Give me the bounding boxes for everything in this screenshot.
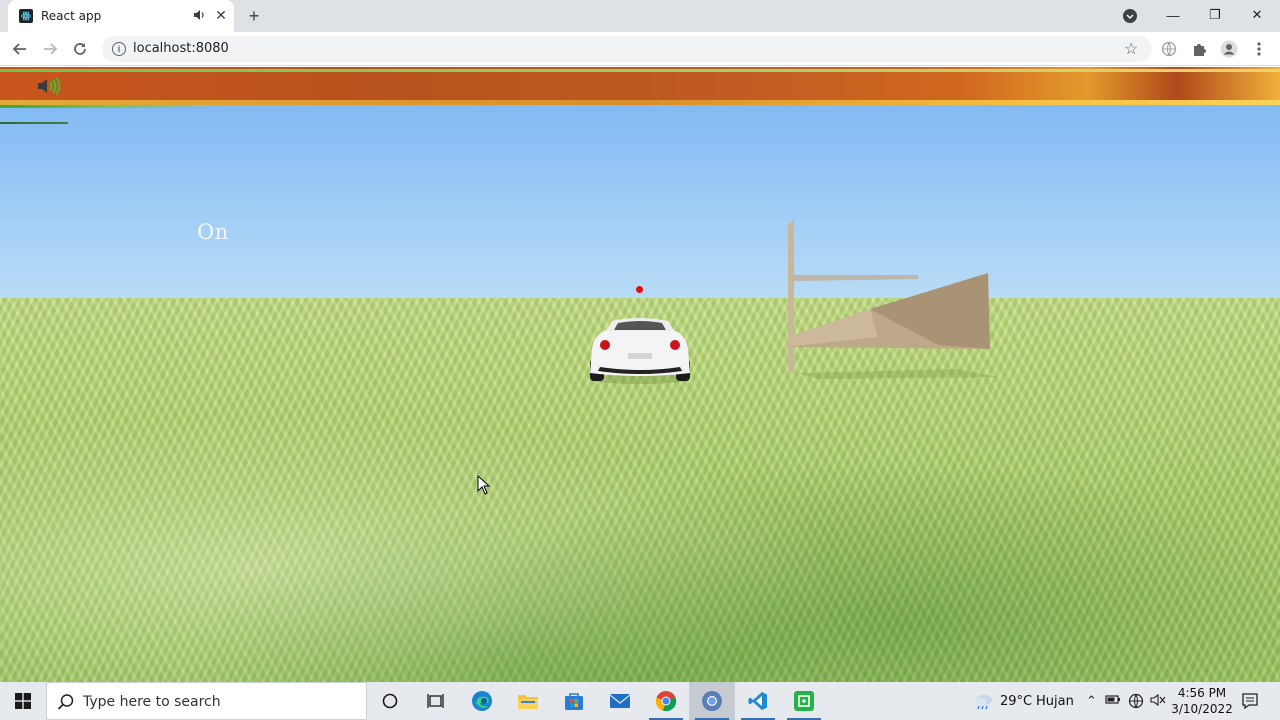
tab-audio-icon[interactable] bbox=[192, 8, 206, 22]
clock-date: 3/10/2022 bbox=[1171, 702, 1233, 716]
back-arrow-icon[interactable] bbox=[10, 39, 30, 59]
tab-strip: React app ✕ + — ❐ ✕ bbox=[0, 0, 1280, 32]
weather-rain-icon[interactable] bbox=[972, 692, 994, 710]
menu-kebab-icon[interactable] bbox=[1250, 40, 1268, 58]
url-text: localhost:8080 bbox=[133, 41, 229, 56]
banner-top-line bbox=[0, 69, 1280, 72]
notifications-icon[interactable] bbox=[1240, 691, 1260, 711]
minimize-button[interactable]: — bbox=[1152, 0, 1194, 30]
clock-time: 4:56 PM bbox=[1177, 686, 1227, 700]
profile-avatar-icon[interactable] bbox=[1220, 40, 1238, 58]
chrome-dev-icon[interactable] bbox=[689, 682, 735, 720]
windows-taskbar: Type here to search 29°C Hujan ⌃ 4:56 PM… bbox=[0, 682, 1280, 720]
player-car bbox=[590, 318, 690, 384]
extensions-puzzle-icon[interactable] bbox=[1190, 40, 1208, 58]
chrome-icon[interactable] bbox=[643, 682, 689, 720]
system-clock[interactable]: 4:56 PM 3/10/2022 bbox=[1170, 685, 1234, 717]
restore-button[interactable]: ❐ bbox=[1194, 0, 1236, 30]
forward-arrow-icon[interactable] bbox=[40, 39, 60, 59]
taskbar-search-box[interactable]: Type here to search bbox=[46, 682, 367, 720]
battery-icon[interactable] bbox=[1105, 693, 1121, 708]
tab-close-icon[interactable]: ✕ bbox=[213, 7, 229, 23]
mouse-cursor-icon bbox=[477, 475, 491, 495]
edge-icon[interactable] bbox=[459, 682, 505, 720]
green-app-icon[interactable] bbox=[781, 682, 827, 720]
volume-muted-icon[interactable] bbox=[1150, 693, 1166, 710]
game-canvas[interactable]: On bbox=[0, 67, 1280, 682]
file-explorer-icon[interactable] bbox=[505, 682, 551, 720]
tab-search-icon[interactable] bbox=[1122, 8, 1138, 24]
browser-tab[interactable]: React app ✕ bbox=[8, 0, 234, 32]
tab-title: React app bbox=[41, 9, 102, 23]
vscode-icon[interactable] bbox=[735, 682, 781, 720]
status-label: On bbox=[197, 220, 229, 244]
task-view-icon[interactable] bbox=[413, 682, 459, 720]
chevron-up-icon[interactable]: ⌃ bbox=[1086, 693, 1097, 709]
top-banner bbox=[0, 67, 1280, 105]
speaker-on-icon[interactable] bbox=[36, 76, 62, 96]
reload-icon[interactable] bbox=[70, 39, 90, 59]
search-placeholder: Type here to search bbox=[83, 694, 221, 710]
cortana-icon[interactable] bbox=[367, 682, 413, 720]
bookmark-star-icon[interactable]: ☆ bbox=[1124, 39, 1138, 59]
target-dot bbox=[636, 286, 643, 293]
wooden-ramp bbox=[786, 219, 998, 379]
mail-icon[interactable] bbox=[597, 682, 643, 720]
network-globe-icon[interactable] bbox=[1128, 693, 1144, 712]
react-favicon-icon bbox=[19, 9, 33, 23]
health-bar bbox=[0, 105, 220, 108]
site-info-icon[interactable]: i bbox=[112, 42, 126, 56]
search-icon bbox=[57, 694, 74, 710]
windows-start-icon[interactable] bbox=[0, 682, 46, 720]
browser-toolbar: i localhost:8080 ☆ bbox=[0, 32, 1280, 66]
close-window-button[interactable]: ✕ bbox=[1236, 0, 1278, 30]
address-bar[interactable]: i localhost:8080 ☆ bbox=[102, 36, 1152, 62]
weather-temp[interactable]: 29°C bbox=[1000, 694, 1032, 709]
new-tab-button[interactable]: + bbox=[244, 6, 264, 26]
weather-desc[interactable]: Hujan bbox=[1036, 694, 1074, 709]
speed-bar bbox=[0, 122, 68, 124]
microsoft-store-icon[interactable] bbox=[551, 682, 597, 720]
translate-globe-icon[interactable] bbox=[1160, 40, 1178, 58]
